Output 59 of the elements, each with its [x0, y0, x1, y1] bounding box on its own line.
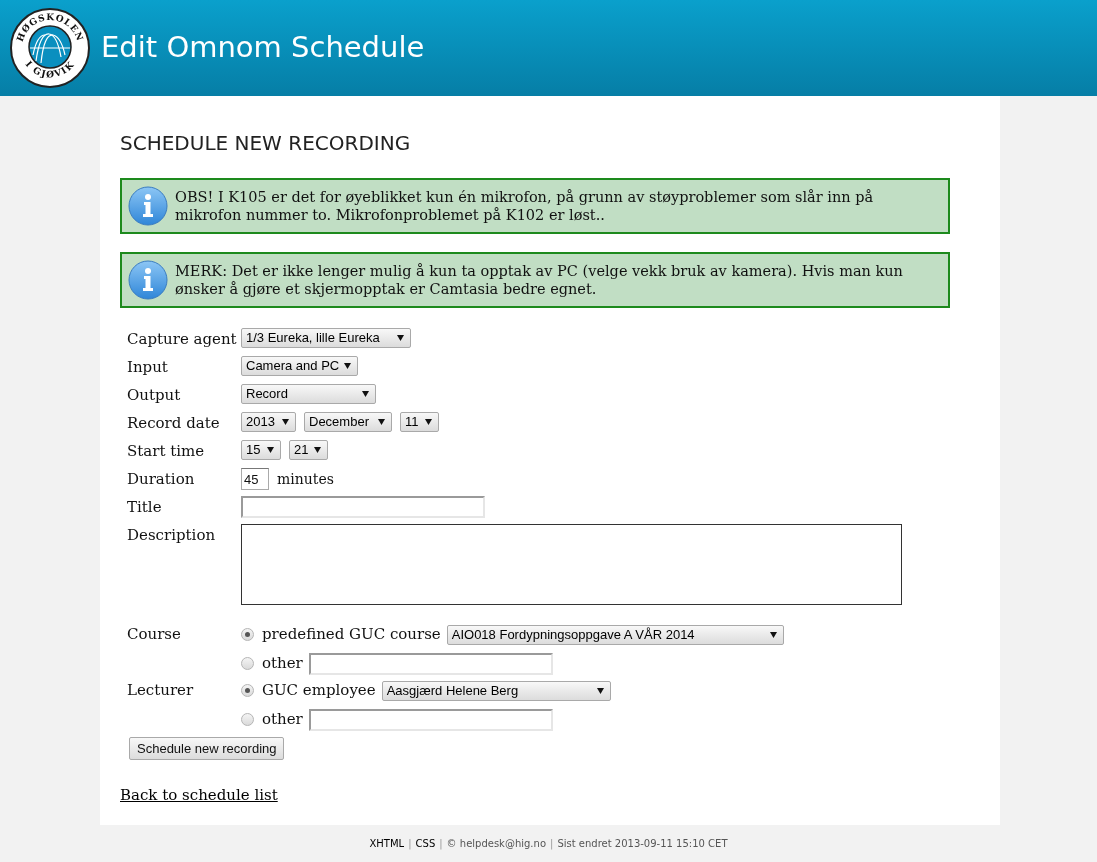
- separator: |: [439, 837, 443, 851]
- caret-icon: [769, 631, 777, 638]
- notice-text: OBS! I K105 er det for øyeblikket kun én mikrofon, på grunn av støyproblemer som slår inn på mikrofon nummer to. Mikrofonproblemet på K102 er løst..: [175, 188, 875, 224]
- option-label: other: [262, 709, 303, 731]
- info-icon: [127, 259, 169, 301]
- back-link[interactable]: Back to schedule list: [120, 784, 278, 807]
- caret-icon: [282, 419, 289, 425]
- footer-text: Sist endret 2013-09-11 15:10 CET: [557, 837, 728, 851]
- footer-link[interactable]: XHTML: [369, 836, 405, 851]
- dropdown[interactable]: 15: [241, 440, 281, 460]
- dropdown[interactable]: Camera and PC: [241, 356, 358, 376]
- footer-link[interactable]: CSS: [415, 836, 436, 851]
- field-label: Course: [127, 624, 182, 645]
- caret-icon: [397, 335, 404, 341]
- section-heading: SCHEDULE NEW RECORDING: [120, 130, 412, 157]
- title-field[interactable]: [241, 496, 485, 518]
- field-label: Record date: [127, 413, 221, 434]
- notice-text: MERK: Det er ikke lenger mulig å kun ta opptak av PC (velge vekk bruk av kamera). Hvis man kun ønsker å gjøre et skjermopptak er Camtasia bedre egnet.: [175, 262, 904, 298]
- option-label: GUC employee: [262, 680, 376, 702]
- dropdown[interactable]: 2013: [241, 412, 296, 432]
- field-label: Description: [127, 525, 217, 546]
- field-label: Output: [127, 385, 182, 406]
- dropdown[interactable]: Aasgjærd Helene Berg: [381, 680, 611, 701]
- caret-icon: [344, 363, 351, 369]
- other-field[interactable]: [308, 652, 553, 675]
- dropdown[interactable]: December: [304, 412, 392, 432]
- caret-icon: [425, 419, 432, 425]
- description-field[interactable]: [241, 524, 902, 605]
- radio-button[interactable]: [241, 713, 254, 726]
- field-label: Input: [127, 357, 169, 378]
- radio-button[interactable]: [241, 684, 254, 697]
- field-label: Title: [127, 497, 163, 518]
- separator: |: [408, 837, 412, 851]
- unit-label: minutes: [277, 469, 334, 489]
- radio-button[interactable]: [241, 657, 254, 670]
- option-label: predefined GUC course: [262, 624, 441, 646]
- submit-button[interactable]: Schedule new recording: [129, 737, 285, 760]
- dropdown[interactable]: 1/3 Eureka, lille Eureka: [241, 328, 411, 348]
- caret-icon: [267, 447, 274, 453]
- field-label: Lecturer: [127, 680, 195, 701]
- page-title: Edit Omnom Schedule: [101, 29, 425, 67]
- caret-icon: [378, 419, 385, 425]
- field-label: Capture agent: [127, 329, 238, 350]
- caret-icon: [362, 391, 369, 397]
- radio-button[interactable]: [241, 628, 254, 641]
- caret-icon: [596, 687, 604, 694]
- separator: |: [550, 837, 554, 851]
- dropdown[interactable]: 11: [400, 412, 439, 432]
- duration-field[interactable]: 45: [241, 468, 269, 490]
- caret-icon: [314, 447, 321, 453]
- dropdown[interactable]: Record: [241, 384, 376, 404]
- other-field[interactable]: [308, 708, 553, 731]
- info-icon: [127, 185, 169, 227]
- field-label: Duration: [127, 469, 196, 490]
- dropdown[interactable]: AIO018 Fordypningsoppgave A VÅR 2014: [446, 624, 784, 645]
- field-label: Start time: [127, 441, 206, 462]
- option-label: other: [262, 653, 303, 675]
- footer-text: © helpdesk@hig.no: [446, 837, 546, 851]
- dropdown[interactable]: 21: [289, 440, 328, 460]
